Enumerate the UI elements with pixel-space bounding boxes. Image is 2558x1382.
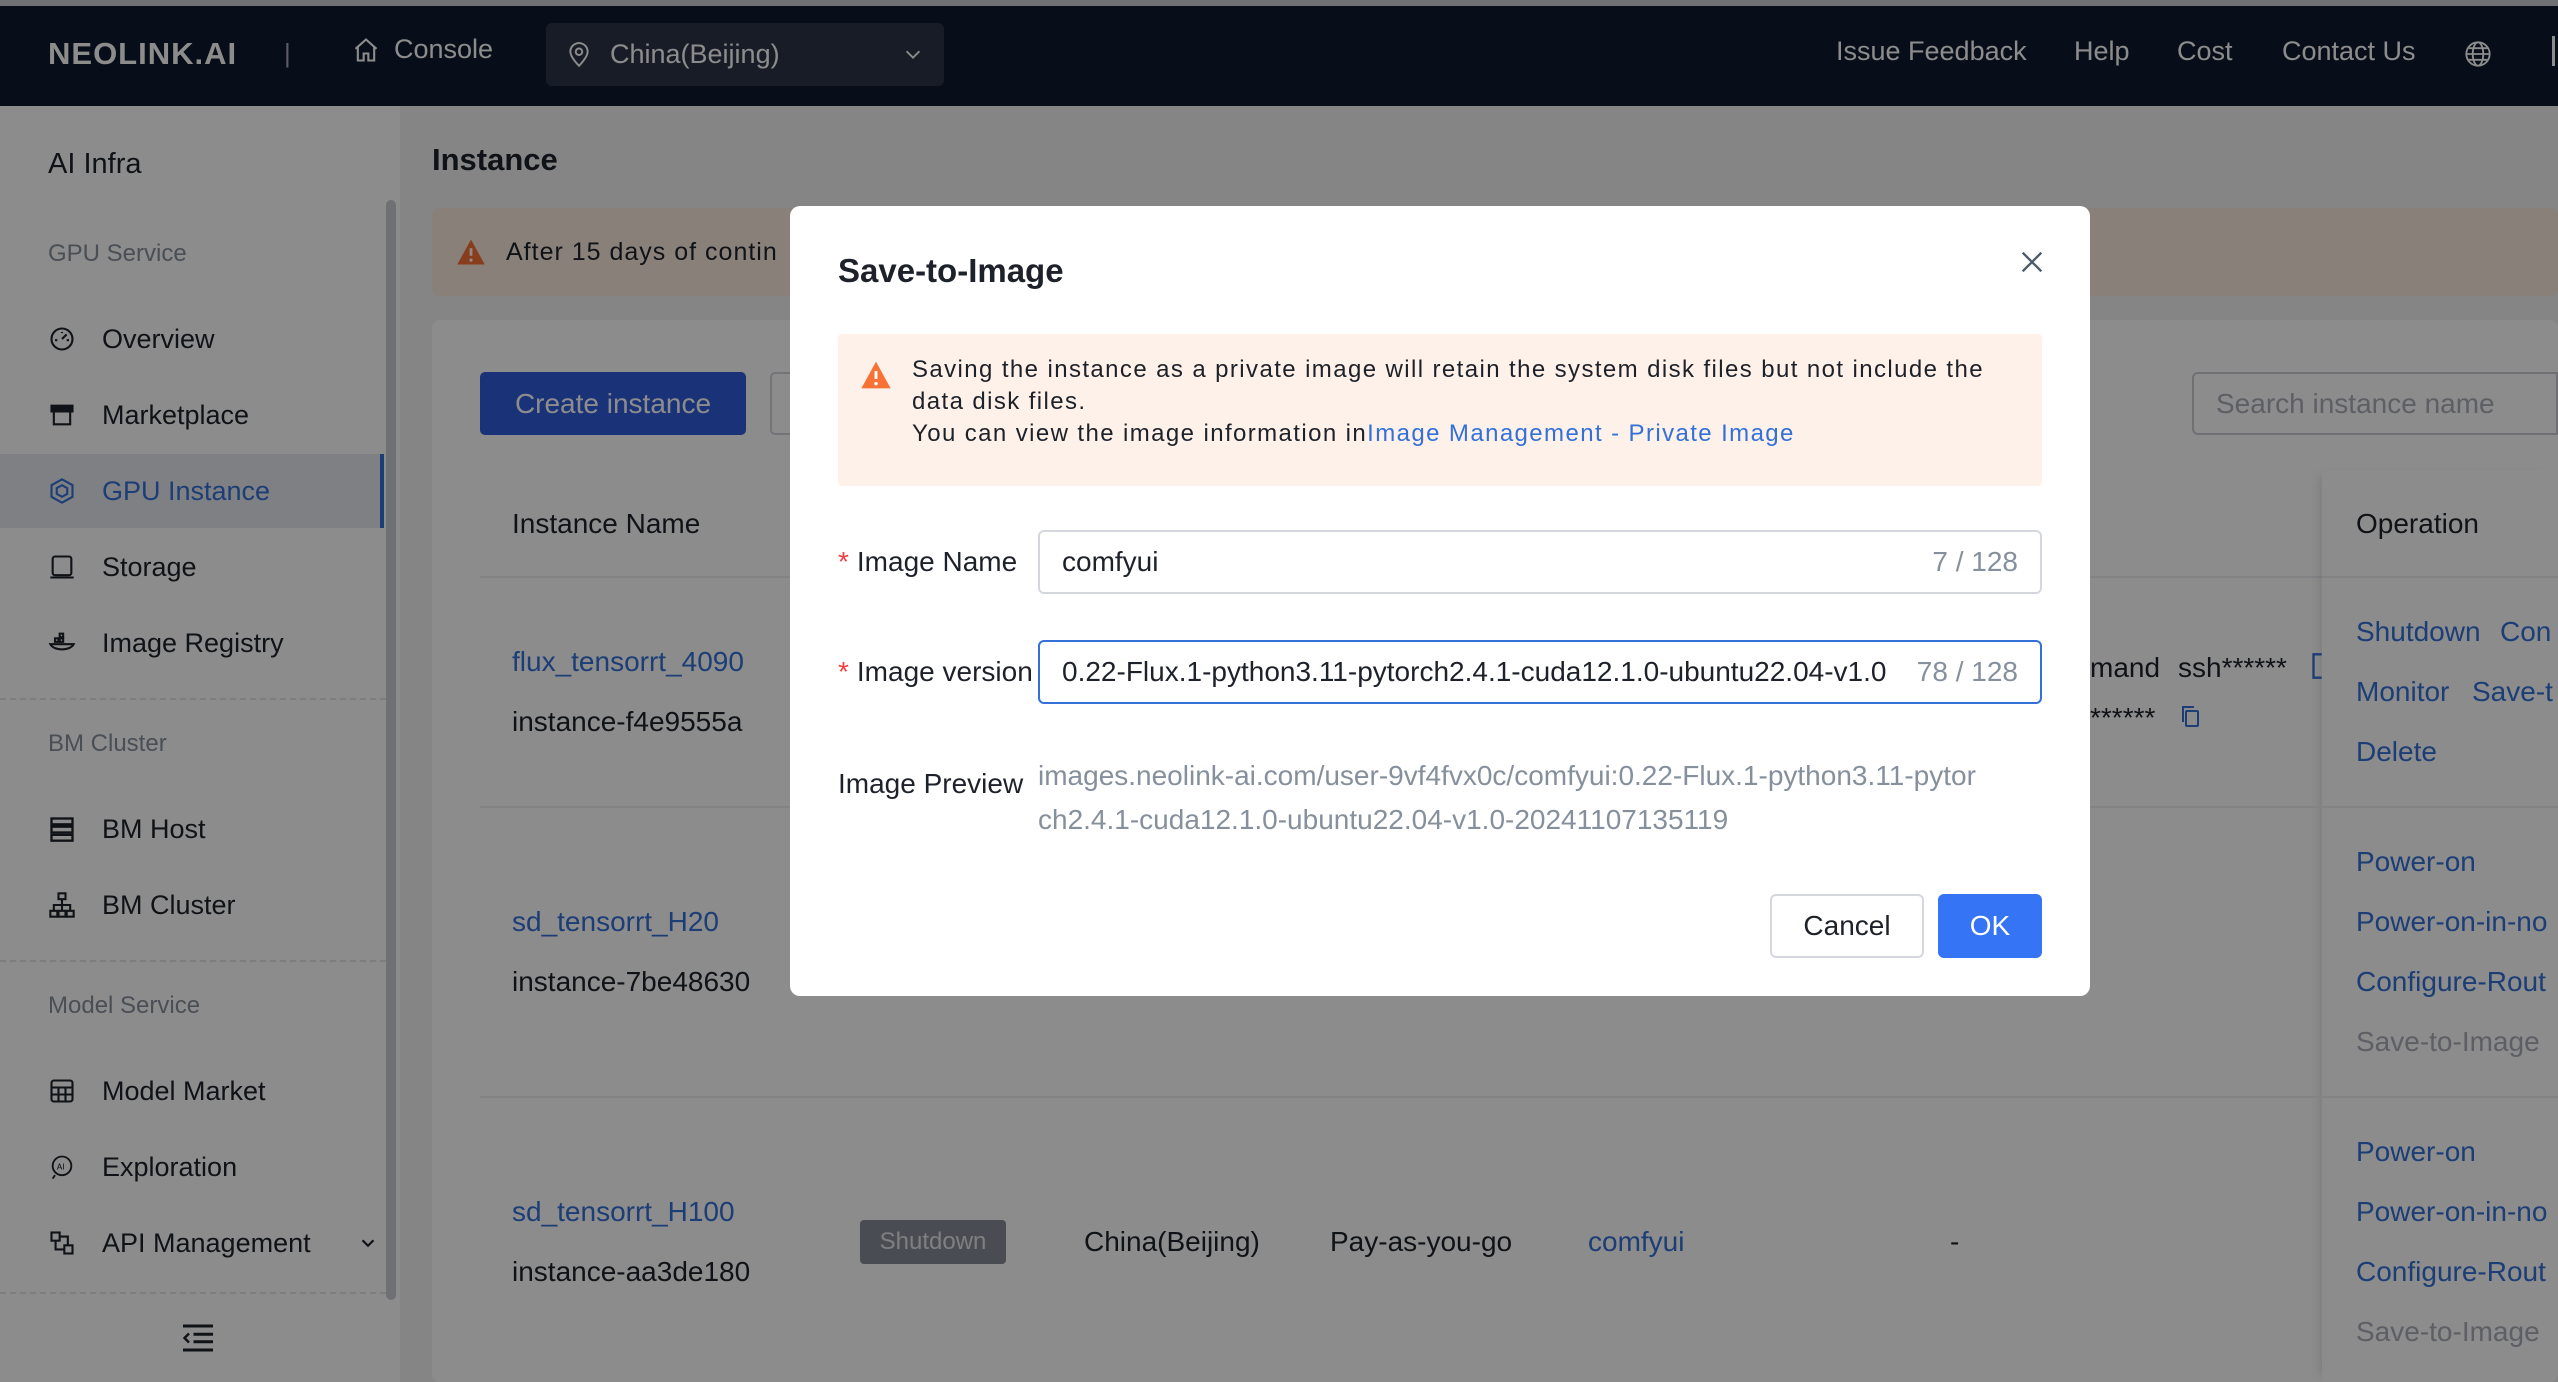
image-management-link[interactable]: Image Management - Private Image <box>1367 420 1795 447</box>
image-version-value: 0.22-Flux.1-python3.11-pytorch2.4.1-cuda… <box>1062 656 1887 687</box>
image-preview-line2: ch2.4.1-cuda12.1.0-ubuntu22.04-v1.0-2024… <box>1038 804 1729 835</box>
cancel-button[interactable]: Cancel <box>1770 894 1924 958</box>
alert-text-line2: data disk files. <box>912 388 1087 415</box>
image-version-input[interactable]: 0.22-Flux.1-python3.11-pytorch2.4.1-cuda… <box>1038 640 2042 704</box>
save-to-image-dialog: Save-to-Image Saving the instance as a p… <box>790 206 2090 996</box>
image-preview-line1: images.neolink-ai.com/user-9vf4fvx0c/com… <box>1038 760 1976 791</box>
image-version-char-count: 78 / 128 <box>1916 656 2018 687</box>
image-name-label-text: Image Name <box>856 546 1018 577</box>
image-preview-text: images.neolink-ai.com/user-9vf4fvx0c/com… <box>1038 754 2048 842</box>
image-name-value: comfyui <box>1062 546 1159 577</box>
image-name-char-count: 7 / 128 <box>1932 546 2018 577</box>
alert-text-line3: You can view the image information inIma… <box>912 420 1795 448</box>
required-asterisk: * <box>838 546 849 577</box>
dialog-warning-alert: Saving the instance as a private image w… <box>838 334 2042 486</box>
required-asterisk: * <box>838 656 849 687</box>
ok-button[interactable]: OK <box>1938 894 2042 958</box>
alert-text-line1: Saving the instance as a private image w… <box>912 356 1984 383</box>
image-name-input[interactable]: comfyui 7 / 128 <box>1038 530 2042 594</box>
image-version-label-text: Image version <box>856 656 1033 687</box>
image-name-label: * Image Name <box>838 546 1017 578</box>
warning-icon <box>861 361 891 389</box>
image-preview-label: Image Preview <box>838 768 1024 799</box>
image-version-label: * Image version <box>838 656 1033 688</box>
alert-text-prefix: You can view the image information in <box>912 420 1368 447</box>
dialog-title: Save-to-Image <box>838 252 1064 289</box>
close-icon[interactable] <box>2018 248 2046 276</box>
